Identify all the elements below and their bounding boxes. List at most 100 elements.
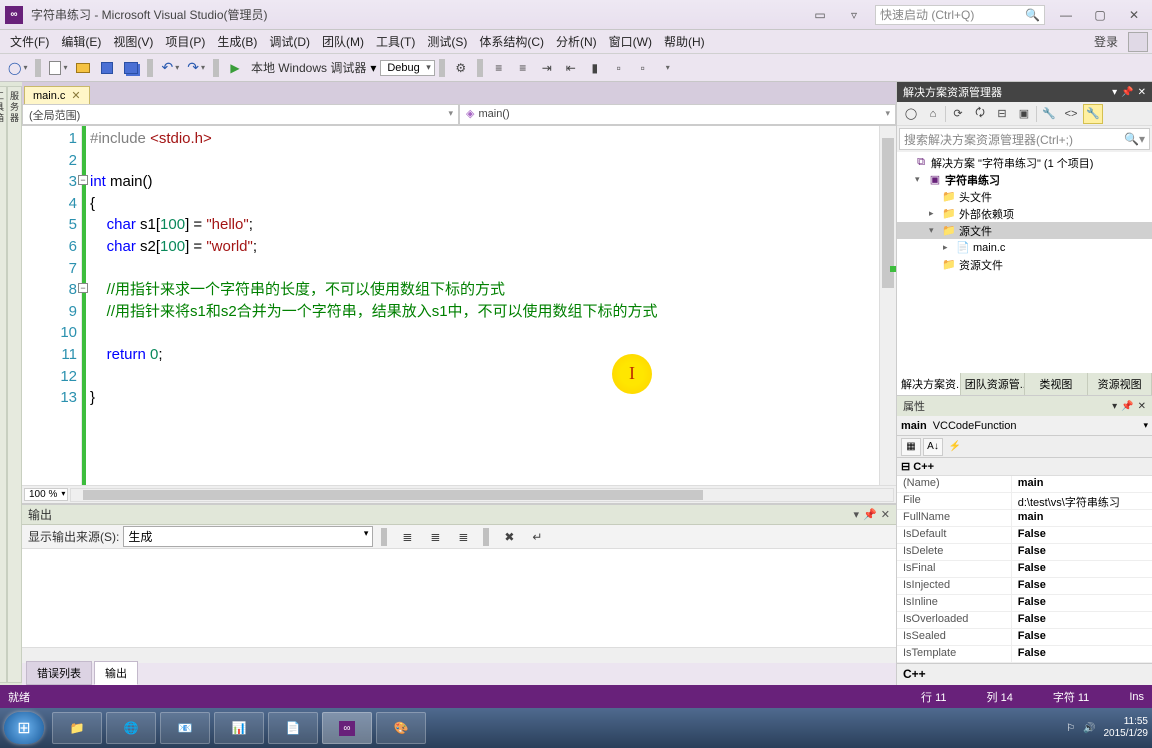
minimize-button[interactable]: — [1053, 5, 1079, 25]
props-row[interactable]: IsTemplateFalse [897, 646, 1152, 663]
props-categorized-button[interactable]: ▦ [901, 438, 921, 456]
code-line[interactable]: #include <stdio.h> [90, 128, 879, 150]
tray-network-icon[interactable]: 🔊 [1083, 723, 1095, 734]
output-btn-2[interactable]: ≣ [424, 526, 446, 548]
quick-launch-input[interactable]: 快速启动 (Ctrl+Q) 🔍 [875, 5, 1045, 25]
props-row[interactable]: IsFinalFalse [897, 561, 1152, 578]
doc-tab-main[interactable]: main.c ✕ [24, 86, 90, 104]
properties-grid[interactable]: ⊟ C++(Name)mainFiled:\test\vs\字符串练习FullN… [897, 458, 1152, 663]
props-events-button[interactable]: ⚡ [945, 438, 965, 456]
scope-dropdown[interactable]: (全局范围) [22, 104, 459, 125]
config-dropdown[interactable]: Debug [380, 60, 434, 76]
props-row[interactable]: IsInjectedFalse [897, 578, 1152, 595]
feedback-icon[interactable]: ▿ [841, 5, 867, 25]
menu-item[interactable]: 工具(T) [370, 30, 421, 53]
output-body[interactable] [22, 549, 896, 647]
start-debug-button[interactable]: ▶ [224, 57, 246, 79]
vertical-scrollbar[interactable] [879, 126, 896, 485]
menu-item[interactable]: 团队(M) [316, 30, 370, 53]
code-line[interactable]: } [90, 387, 879, 409]
output-source-dropdown[interactable]: 生成 [123, 526, 373, 547]
avatar-icon[interactable] [1128, 32, 1148, 52]
code-area[interactable]: I #include <stdio.h>int main()−{ char s1… [82, 126, 879, 485]
rail-tab-server[interactable]: 服务器 [7, 86, 22, 683]
menu-item[interactable]: 测试(S) [421, 30, 473, 53]
sol-bottom-tab[interactable]: 类视图 [1025, 373, 1089, 395]
menu-item[interactable]: 帮助(H) [658, 30, 711, 53]
taskbar-vs[interactable]: ∞ [322, 712, 372, 744]
uncomment-button[interactable]: ≡ [512, 57, 534, 79]
code-line[interactable]: { [90, 193, 879, 215]
menu-item[interactable]: 窗口(W) [603, 30, 658, 53]
output-close-icon[interactable]: ✕ [881, 508, 890, 521]
props-row[interactable]: IsOverloadedFalse [897, 612, 1152, 629]
debug-target-label[interactable]: 本地 Windows 调试器 [247, 59, 370, 76]
code-line[interactable]: char s2[100] = "world"; [90, 236, 879, 258]
menu-item[interactable]: 体系结构(C) [473, 30, 550, 53]
toolbar-btn-b[interactable]: ▫ [632, 57, 654, 79]
panel-close-icon[interactable]: ✕ [1138, 87, 1146, 98]
save-all-button[interactable] [120, 57, 142, 79]
code-line[interactable]: //用指针来将s1和s2合并为一个字符串，结果放入s1中，不可以使用数组下标的方… [90, 301, 879, 323]
solution-search-input[interactable]: 搜索解决方案资源管理器(Ctrl+;) 🔍▾ [899, 128, 1150, 150]
props-row[interactable]: IsInlineFalse [897, 595, 1152, 612]
props-row[interactable]: IsDeleteFalse [897, 544, 1152, 561]
rail-tab-toolbox[interactable]: 工具箱 [0, 86, 7, 683]
toolbar-overflow[interactable]: ▾ [656, 57, 678, 79]
fold-icon[interactable]: − [78, 175, 88, 185]
comment-button[interactable]: ≡ [488, 57, 510, 79]
taskbar-ie[interactable]: 🌐 [106, 712, 156, 744]
code-line[interactable] [90, 322, 879, 344]
code-line[interactable]: return 0; [90, 344, 879, 366]
tree-row[interactable]: 📁资源文件 [897, 256, 1152, 273]
taskbar-paint[interactable]: 🎨 [376, 712, 426, 744]
toolbar-btn-a[interactable]: ▫ [608, 57, 630, 79]
props-row[interactable]: (Name)main [897, 476, 1152, 493]
menu-item[interactable]: 生成(B) [211, 30, 263, 53]
code-line[interactable]: int main()− [90, 171, 879, 193]
open-file-button[interactable] [72, 57, 94, 79]
props-category[interactable]: ⊟ C++ [897, 458, 1152, 476]
sol-sync-button[interactable]: ⟳ [948, 104, 968, 124]
maximize-button[interactable]: ▢ [1087, 5, 1113, 25]
sol-preview-button[interactable]: <> [1061, 104, 1081, 124]
props-row[interactable]: Filed:\test\vs\字符串练习 [897, 493, 1152, 510]
output-pin-icon[interactable]: 📌 [863, 508, 877, 521]
menu-item[interactable]: 视图(V) [107, 30, 159, 53]
code-line[interactable]: char s1[100] = "hello"; [90, 214, 879, 236]
zoom-dropdown[interactable]: 100 % [24, 488, 68, 501]
bottom-tab[interactable]: 输出 [94, 661, 138, 685]
sol-refresh-button[interactable]: 🗘 [970, 104, 990, 124]
close-button[interactable]: ✕ [1121, 5, 1147, 25]
output-clear-button[interactable]: ✖ [498, 526, 520, 548]
bookmark-button[interactable]: ▮ [584, 57, 606, 79]
tree-row[interactable]: ▾▣字符串练习 [897, 171, 1152, 188]
menu-item[interactable]: 编辑(E) [55, 30, 107, 53]
code-line[interactable] [90, 366, 879, 388]
props-row[interactable]: FullNamemain [897, 510, 1152, 527]
properties-object-selector[interactable]: main VCCodeFunction ▾ [897, 416, 1152, 436]
sol-back-button[interactable]: ◯ [901, 104, 921, 124]
output-hscroll[interactable] [22, 647, 896, 663]
tree-row[interactable]: 📁头文件 [897, 188, 1152, 205]
new-item-button[interactable]: ▾ [46, 57, 70, 79]
sol-properties-button[interactable]: 🔧 [1039, 104, 1059, 124]
menu-item[interactable]: 分析(N) [550, 30, 603, 53]
bottom-tab[interactable]: 错误列表 [26, 661, 92, 685]
sol-wrench-button[interactable]: 🔧 [1083, 104, 1103, 124]
sol-bottom-tab[interactable]: 资源视图 [1088, 373, 1152, 395]
taskbar-explorer[interactable]: 📁 [52, 712, 102, 744]
menu-item[interactable]: 调试(D) [263, 30, 316, 53]
solution-tree[interactable]: ⧉解决方案 "字符串练习" (1 个项目)▾▣字符串练习📁头文件▸📁外部依赖项▾… [897, 152, 1152, 373]
menu-item[interactable]: 文件(F) [4, 30, 55, 53]
sol-showall-button[interactable]: ▣ [1014, 104, 1034, 124]
panel-pin-icon[interactable]: 📌 [1121, 87, 1133, 98]
nav-back-button[interactable]: ◯▾ [5, 57, 30, 79]
sol-bottom-tab[interactable]: 解决方案资... [897, 373, 961, 395]
props-row[interactable]: IsDefaultFalse [897, 527, 1152, 544]
code-line[interactable] [90, 258, 879, 280]
props-close-icon[interactable]: ✕ [1138, 401, 1146, 412]
sol-home-button[interactable]: ⌂ [923, 104, 943, 124]
output-btn-1[interactable]: ≣ [396, 526, 418, 548]
outdent-button[interactable]: ⇤ [560, 57, 582, 79]
